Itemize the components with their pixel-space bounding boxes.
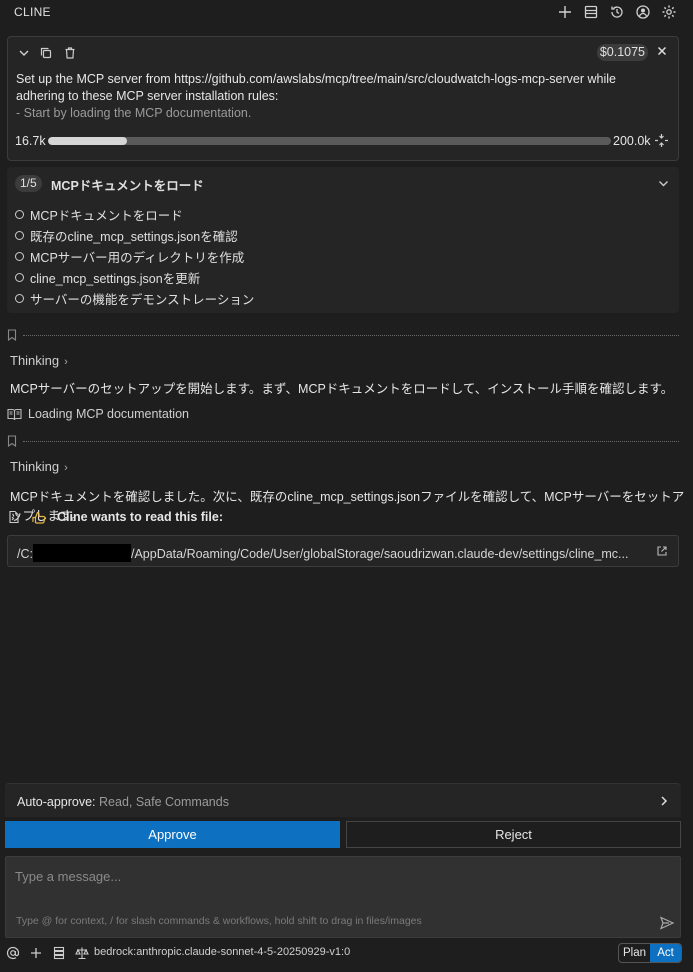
thinking-toggle[interactable]: Thinking › — [10, 459, 68, 474]
expand-chevron-icon[interactable] — [657, 177, 670, 190]
new-task-plus-icon[interactable] — [557, 4, 573, 20]
header-bar: CLINE — [0, 0, 693, 26]
auto-approve-value: Read, Safe Commands — [99, 795, 229, 809]
divider-line — [23, 335, 679, 336]
file-path: /C: /AppData/Roaming/Code/User/globalStor… — [17, 544, 628, 562]
model-selector[interactable]: bedrock:anthropic.claude-sonnet-4-5-2025… — [94, 946, 350, 958]
rules-scale-icon[interactable] — [75, 946, 89, 960]
delete-trash-icon[interactable] — [63, 46, 77, 60]
checklist-item: cline_mcp_settings.jsonを更新 — [15, 267, 254, 288]
footer-toolbar: bedrock:anthropic.claude-sonnet-4-5-2025… — [0, 942, 693, 966]
checklist: MCPドキュメントをロード 既存のcline_mcp_settings.json… — [15, 204, 254, 309]
hand-icon — [32, 511, 46, 524]
history-icon[interactable] — [609, 4, 625, 20]
thinking-label: Thinking — [10, 353, 60, 368]
context-max: 200.0k — [613, 134, 651, 148]
checklist-item: MCPドキュメントをロード — [15, 204, 254, 225]
close-task-icon[interactable] — [656, 45, 668, 57]
read-file-request: Cline wants to read this file: — [7, 510, 223, 524]
auto-approve-text: Auto-approve: Read, Safe Commands — [17, 795, 229, 809]
reject-button[interactable]: Reject — [346, 821, 681, 848]
task-text-line: adhering to these MCP server installatio… — [16, 89, 279, 103]
plan-act-toggle[interactable]: Plan Act — [618, 943, 682, 963]
unchecked-circle-icon — [15, 273, 24, 282]
unchecked-circle-icon — [15, 210, 24, 219]
bookmark-icon[interactable] — [7, 435, 17, 447]
send-icon[interactable] — [659, 915, 675, 931]
divider-line — [23, 441, 679, 442]
checklist-item: MCPサーバー用のディレクトリを作成 — [15, 246, 254, 267]
task-text-line: Set up the MCP server from https://githu… — [16, 72, 616, 86]
checklist-item-label: サーバーの機能をデモンストレーション — [30, 293, 255, 307]
assistant-message: MCPサーバーのセットアップを開始します。まず、MCPドキュメントをロードして、… — [10, 382, 674, 396]
context-window-bar — [48, 137, 611, 145]
bookmark-icon[interactable] — [7, 329, 17, 341]
checklist-current-step: MCPドキュメントをロード — [51, 179, 204, 193]
input-hint: Type @ for context, / for slash commands… — [16, 915, 422, 927]
checkpoint-divider — [7, 329, 679, 341]
tool-status-row: Loading MCP documentation — [7, 407, 189, 421]
checklist-item-label: cline_mcp_settings.jsonを更新 — [30, 272, 201, 286]
checklist-item: サーバーの機能をデモンストレーション — [15, 288, 254, 309]
file-path-box[interactable]: /C: /AppData/Roaming/Code/User/globalStor… — [7, 535, 679, 567]
book-icon — [7, 408, 22, 420]
chevron-right-icon: › — [64, 462, 68, 474]
account-icon[interactable] — [635, 4, 651, 20]
plan-mode-button[interactable]: Plan — [619, 944, 650, 962]
approve-button[interactable]: Approve — [5, 821, 340, 848]
thinking-label: Thinking — [10, 459, 60, 474]
step-progress-badge: 1/5 — [15, 175, 42, 192]
unchecked-circle-icon — [15, 252, 24, 261]
checklist-item: 既存のcline_mcp_settings.jsonを確認 — [15, 225, 254, 246]
message-input[interactable] — [6, 857, 680, 912]
checkpoint-divider — [7, 435, 679, 447]
compact-context-icon[interactable] — [654, 133, 669, 148]
unchecked-circle-icon — [15, 294, 24, 303]
file-read-icon — [9, 510, 19, 524]
act-mode-button[interactable]: Act — [650, 944, 681, 962]
unchecked-circle-icon — [15, 231, 24, 240]
task-header-card: $0.1075 Set up the MCP server from https… — [7, 36, 679, 161]
read-request-title: Cline wants to read this file: — [57, 510, 223, 524]
context-used: 16.7k — [15, 134, 46, 148]
task-text-line: - Start by loading the MCP documentation… — [16, 106, 252, 120]
task-checklist-card: 1/5 MCPドキュメントをロード MCPドキュメントをロード 既存のcline… — [7, 167, 679, 313]
collapse-chevron-icon[interactable] — [17, 46, 31, 60]
cost-badge: $0.1075 — [596, 44, 648, 61]
copy-icon[interactable] — [39, 46, 53, 60]
chevron-right-icon: › — [64, 356, 68, 368]
task-description: Set up the MCP server from https://githu… — [16, 71, 656, 122]
open-external-icon[interactable] — [656, 545, 668, 557]
auto-approve-bar[interactable]: Auto-approve: Read, Safe Commands — [5, 783, 681, 817]
checklist-item-label: MCPドキュメントをロード — [30, 209, 183, 223]
chat-input-box: Type @ for context, / for slash commands… — [5, 856, 681, 938]
auto-approve-label: Auto-approve: — [17, 795, 96, 809]
at-mention-icon[interactable] — [6, 946, 20, 960]
add-files-plus-icon[interactable] — [29, 946, 43, 960]
loading-label: Loading MCP documentation — [28, 407, 189, 421]
path-suffix: /AppData/Roaming/Code/User/globalStorage… — [130, 547, 629, 561]
checklist-item-label: MCPサーバー用のディレクトリを作成 — [30, 251, 245, 265]
path-prefix: /C: — [17, 547, 33, 561]
context-window-fill — [48, 137, 127, 145]
chevron-right-icon — [659, 795, 669, 807]
server-rack-icon[interactable] — [52, 946, 66, 960]
settings-gear-icon[interactable] — [661, 4, 677, 20]
app-title: CLINE — [14, 5, 51, 19]
mcp-servers-icon[interactable] — [583, 4, 599, 20]
redacted-block — [32, 544, 131, 562]
checklist-item-label: 既存のcline_mcp_settings.jsonを確認 — [30, 230, 238, 244]
thinking-toggle[interactable]: Thinking › — [10, 353, 68, 368]
